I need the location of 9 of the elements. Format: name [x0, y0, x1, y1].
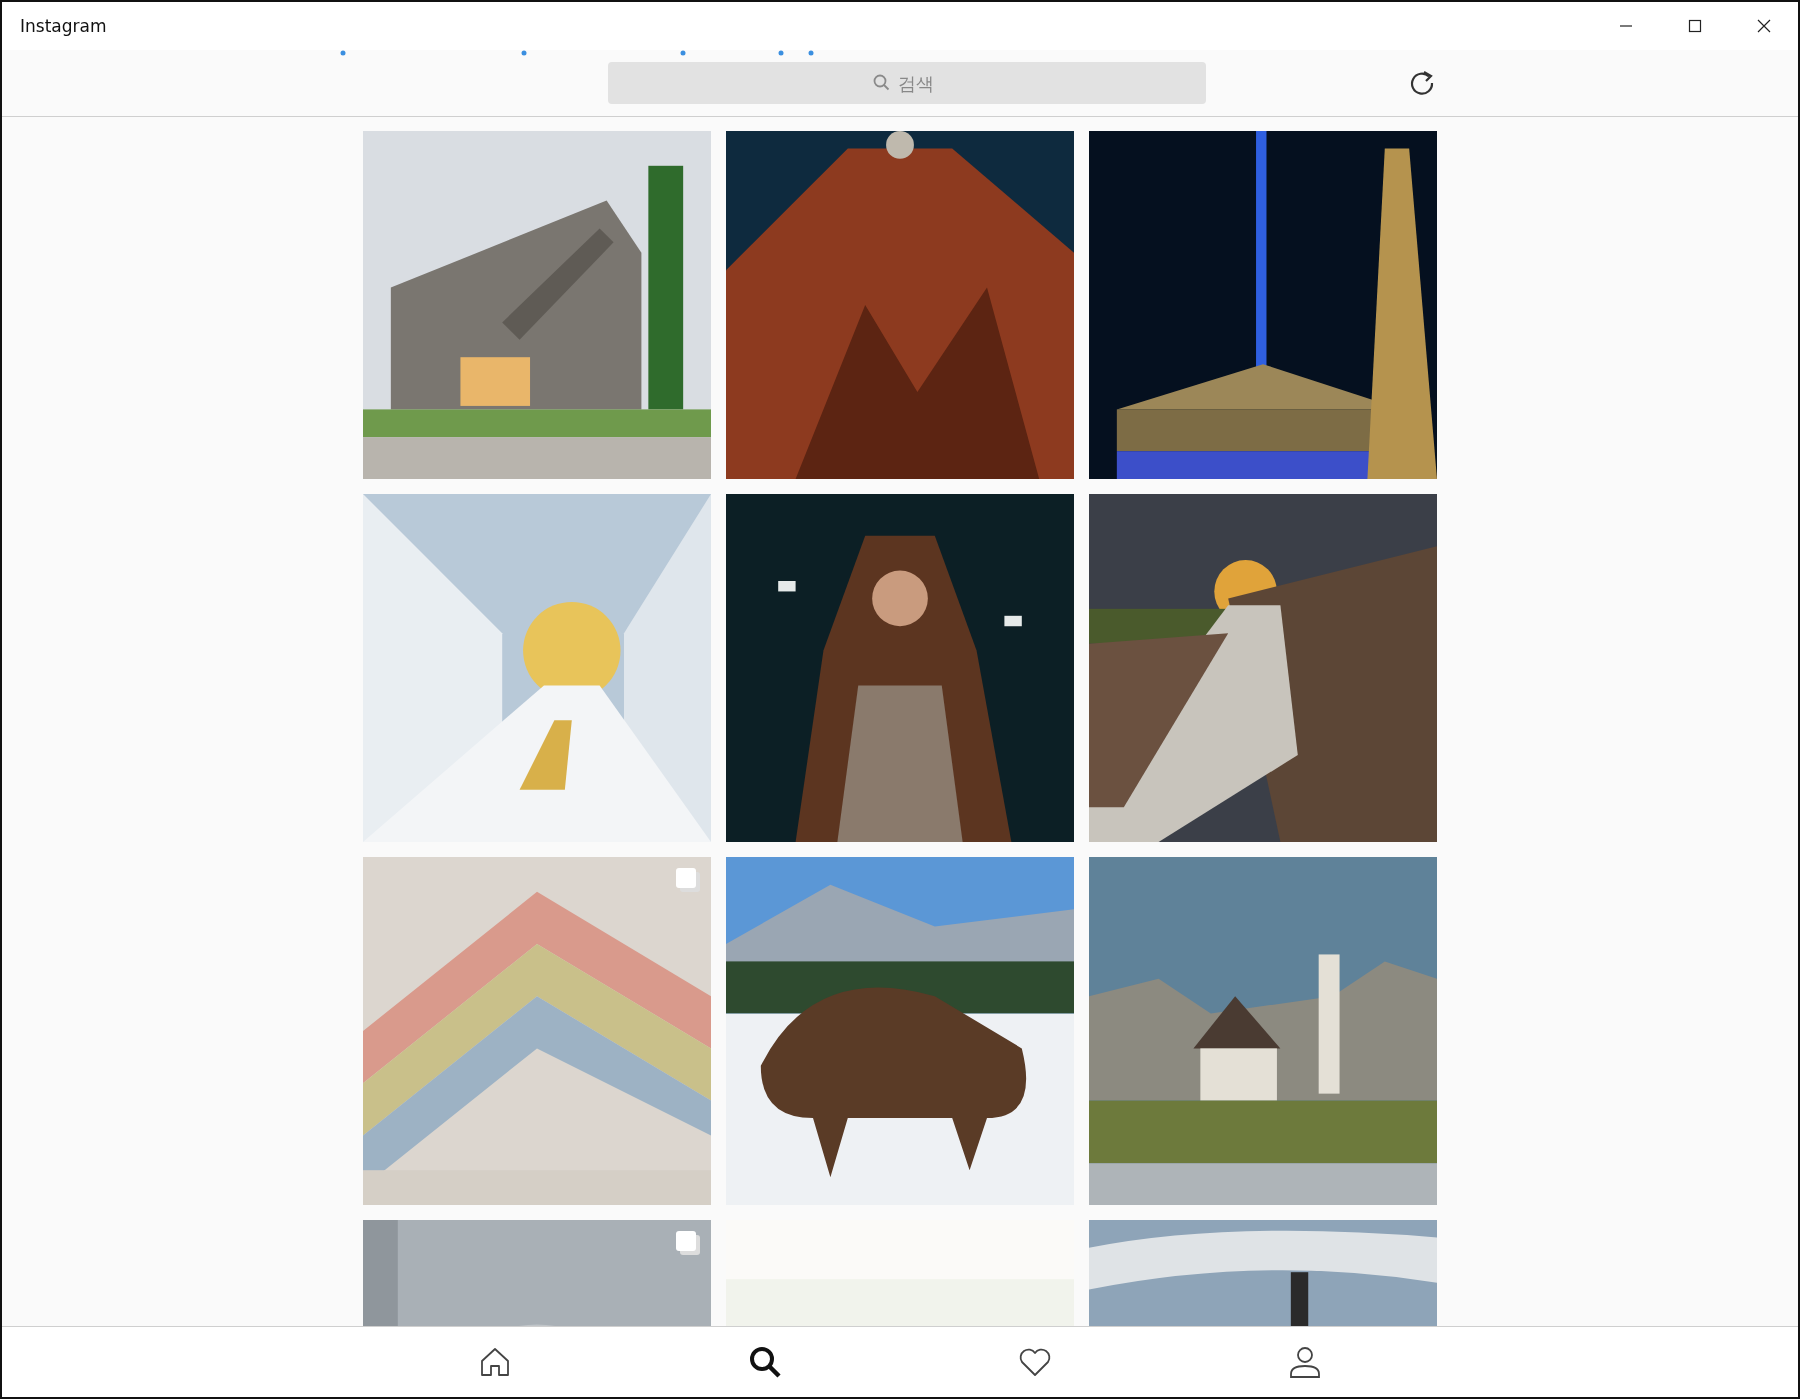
- multiple-photos-icon: [674, 867, 701, 893]
- maximize-icon: [1687, 19, 1702, 33]
- search-icon: [873, 74, 890, 91]
- search-icon: [747, 1344, 783, 1380]
- search-field[interactable]: 검색: [608, 62, 1206, 104]
- window-title: Instagram: [20, 16, 107, 36]
- profile-icon: [1287, 1344, 1323, 1380]
- close-icon: [1756, 19, 1771, 33]
- multiple-photos-icon: [674, 1230, 701, 1256]
